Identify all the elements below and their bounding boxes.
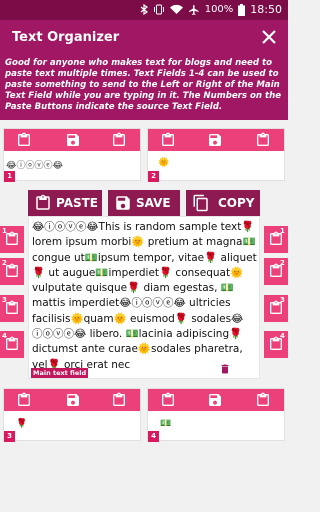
paste-icon[interactable] <box>16 132 32 148</box>
paste-right-number: 4 <box>280 332 285 340</box>
paste-left-number: 2 <box>2 259 7 267</box>
text-field-3-content[interactable]: 🌹 <box>16 419 27 429</box>
copy-button-label: COPY <box>218 196 255 210</box>
text-field-1-number: 1 <box>4 171 15 182</box>
paste-left-button-3[interactable]: 3 <box>0 295 24 322</box>
save-icon[interactable] <box>207 132 223 148</box>
save-button[interactable]: SAVE <box>108 190 180 216</box>
battery-percent: 100% <box>204 4 234 15</box>
bluetooth-icon <box>140 4 148 15</box>
text-field-4-toolbar <box>148 389 284 411</box>
paste-left-button-2[interactable]: 2 <box>0 258 24 285</box>
save-icon[interactable] <box>65 132 81 148</box>
clear-icon[interactable] <box>255 392 271 408</box>
paste-right-button-3[interactable]: 3 <box>264 295 288 322</box>
paste-left-number: 4 <box>2 332 7 340</box>
copy-icon <box>192 194 210 212</box>
paste-right-number: 3 <box>280 296 285 304</box>
paste-left-button-1[interactable]: 1 <box>0 226 24 253</box>
paste-left-number: 1 <box>2 227 7 235</box>
status-bar: 100% 18:50 <box>0 0 288 20</box>
text-field-1-content[interactable]: 😂ⓘⓞⓥⓔ😂 <box>6 158 63 171</box>
navigation-bar <box>0 489 288 512</box>
app-bar: Text Organizer <box>0 20 288 56</box>
paste-icon <box>34 194 52 212</box>
text-field-2-toolbar <box>148 129 284 151</box>
paste-right-button-1[interactable]: 1 <box>264 226 288 253</box>
main-text-field[interactable]: 😂ⓘⓞⓥⓔ😂This is random sample text🌹 lorem … <box>28 216 260 379</box>
save-button-label: SAVE <box>136 196 171 210</box>
text-field-3-number: 3 <box>4 431 15 442</box>
paste-right-button-4[interactable]: 4 <box>264 331 288 358</box>
save-icon[interactable] <box>65 392 81 408</box>
save-icon <box>114 194 132 212</box>
paste-button-label: PASTE <box>56 196 99 210</box>
trash-icon[interactable] <box>219 362 231 376</box>
battery-icon <box>238 3 246 16</box>
paste-right-number: 2 <box>280 259 285 267</box>
main-text-content[interactable]: 😂ⓘⓞⓥⓔ😂This is random sample text🌹 lorem … <box>32 220 260 373</box>
text-field-2-content[interactable]: 🌞 <box>158 158 169 168</box>
airplane-icon <box>188 4 199 15</box>
paste-right-button-2[interactable]: 2 <box>264 258 288 285</box>
paste-right-number: 1 <box>280 227 285 235</box>
main-text-field-label: Main text field <box>31 368 89 378</box>
wifi-icon <box>169 4 183 14</box>
text-field-4-content[interactable]: 💵 <box>160 419 171 429</box>
clear-icon[interactable] <box>111 392 127 408</box>
paste-left-number: 3 <box>2 296 7 304</box>
vibrate-icon <box>153 4 164 15</box>
app-title: Text Organizer <box>12 30 120 45</box>
text-field-3-toolbar <box>4 389 140 411</box>
paste-icon[interactable] <box>160 392 176 408</box>
text-field-2-number: 2 <box>148 171 159 182</box>
save-icon[interactable] <box>207 392 223 408</box>
text-field-1-toolbar <box>4 129 140 151</box>
text-field-4-number: 4 <box>148 431 159 442</box>
clear-icon[interactable] <box>111 132 127 148</box>
paste-button[interactable]: PASTE <box>28 190 102 216</box>
clear-icon[interactable] <box>255 132 271 148</box>
paste-icon[interactable] <box>16 392 32 408</box>
close-icon[interactable] <box>260 28 278 46</box>
app-description: Good for anyone who makes text for blogs… <box>0 56 288 120</box>
paste-icon[interactable] <box>160 132 176 148</box>
clock: 18:50 <box>250 3 282 16</box>
copy-button[interactable]: COPY <box>186 190 260 216</box>
paste-left-button-4[interactable]: 4 <box>0 331 24 358</box>
